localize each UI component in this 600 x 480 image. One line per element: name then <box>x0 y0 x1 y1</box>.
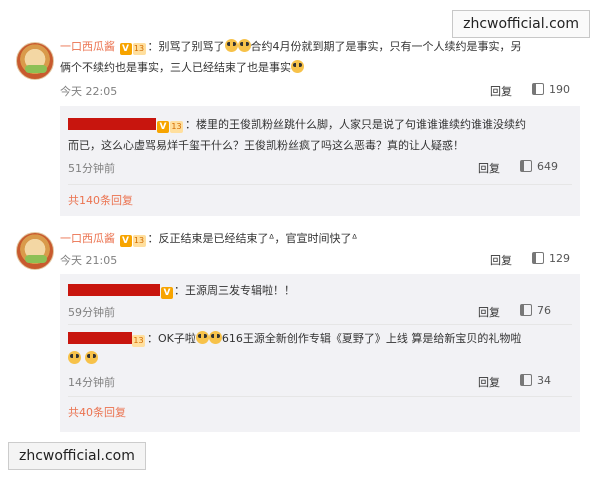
sunglasses-emoji-icon <box>84 351 98 364</box>
kaomoji: ᐞ <box>351 232 358 245</box>
sunglasses-emoji-icon <box>195 331 209 344</box>
comment-text-line-1: 一口西瓜酱 V 13 ：别骂了别骂了 合约4月份就到期了是事实，只有一个人续约是事实，… <box>60 39 522 55</box>
more-replies-link[interactable]: 共140条回复 <box>68 192 133 208</box>
comment-item: 一口西瓜酱 V 13 ：反正结束是已经结束了ᐞ，官宣时间快了ᐞ 今天 21:05 回… <box>8 226 590 436</box>
reply-box: V ：王源周三发专辑啦！！ 59分钟前 回复 76 13 ：OK子啦 616王源全新创… <box>60 274 580 432</box>
username-link[interactable]: 一口西瓜酱 <box>60 232 115 245</box>
reply-button[interactable]: 回复 <box>490 83 512 99</box>
verified-icon: V <box>119 43 132 55</box>
doge-emoji-icon <box>224 39 238 52</box>
thumbs-up-icon <box>532 252 544 264</box>
like-count: 649 <box>537 160 558 173</box>
reply-time: 51分钟前 <box>68 162 115 175</box>
divider <box>68 396 572 397</box>
reply-text-line-1: V ：王源周三发专辑啦！！ <box>68 282 295 299</box>
user-avatar[interactable] <box>16 42 54 80</box>
level-badge: 13 <box>132 235 146 247</box>
comment-time: 今天 21:05 <box>60 254 118 267</box>
reply-text-line-2 <box>68 350 98 367</box>
divider <box>68 184 572 185</box>
thumbs-up-icon <box>520 304 532 316</box>
reply-text-line-1: 13 ：OK子啦 616王源全新创作专辑《夏野了》上线 算是给新宝贝的礼物啦 <box>68 330 521 347</box>
divider <box>68 324 572 325</box>
comment-text-line-2: 俩个不续约也是事实，三人已经结束了也是事实 <box>60 59 304 76</box>
like-count: 129 <box>549 252 570 265</box>
thumbs-up-icon <box>520 374 532 386</box>
comment-item: 一口西瓜酱 V 13 ：别骂了别骂了 合约4月份就到期了是事实，只有一个人续约是事实，… <box>8 30 590 220</box>
reply-text-line-1: V 13 ：楼里的王俊凯粉丝跳什么脚，人家只是说了句谁谁谁续约谁谁没续约 <box>68 116 526 133</box>
comment-time: 今天 22:05 <box>60 85 118 98</box>
like-count: 76 <box>537 304 551 317</box>
reply-time: 14分钟前 <box>68 376 115 389</box>
like-button[interactable]: 76 <box>520 304 551 317</box>
level-badge: 13 <box>132 335 145 347</box>
weibo-comments-screenshot: 一口西瓜酱 V 13 ：别骂了别骂了 合约4月份就到期了是事实，只有一个人续约是事实，… <box>0 0 600 480</box>
reply-button[interactable]: 回复 <box>478 304 500 320</box>
doge-emoji-icon <box>291 60 304 73</box>
watermark: zhcwofficial.com <box>8 442 146 470</box>
reply-text-line-2: 而已，这么心虚骂易烊千玺干什么？王俊凯粉丝疯了吗这么恶毒？真的让人疑惑！ <box>68 139 464 152</box>
verified-icon: V <box>157 121 169 133</box>
user-avatar[interactable] <box>16 232 54 270</box>
like-button[interactable]: 190 <box>532 83 570 96</box>
doge-emoji-icon <box>237 39 251 52</box>
reply-button[interactable]: 回复 <box>490 252 512 268</box>
verified-icon: V <box>119 235 132 247</box>
reply-button[interactable]: 回复 <box>478 374 500 390</box>
thumbs-up-icon <box>520 160 532 172</box>
comment-list: 一口西瓜酱 V 13 ：别骂了别骂了 合约4月份就到期了是事实，只有一个人续约是事实，… <box>8 30 590 440</box>
username-link[interactable]: 一口西瓜酱 <box>60 40 115 53</box>
level-badge: 13 <box>170 121 183 133</box>
reply-box: V 13 ：楼里的王俊凯粉丝跳什么脚，人家只是说了句谁谁谁续约谁谁没续约 而已，这么… <box>60 106 580 216</box>
sunglasses-emoji-icon <box>68 351 81 364</box>
like-count: 190 <box>549 83 570 96</box>
like-button[interactable]: 34 <box>520 374 551 387</box>
level-badge: 13 <box>132 43 146 55</box>
comment-text-line-1: 一口西瓜酱 V 13 ：反正结束是已经结束了ᐞ，官宣时间快了ᐞ <box>60 232 358 247</box>
redacted-username <box>68 332 132 344</box>
redacted-username <box>68 118 156 130</box>
like-button[interactable]: 649 <box>520 160 558 173</box>
reply-time: 59分钟前 <box>68 306 115 319</box>
like-count: 34 <box>537 374 551 387</box>
verified-icon: V <box>161 287 173 299</box>
watermark: zhcwofficial.com <box>452 10 590 38</box>
redacted-username <box>68 284 160 296</box>
sunglasses-emoji-icon <box>208 331 222 344</box>
like-button[interactable]: 129 <box>532 252 570 265</box>
thumbs-up-icon <box>532 83 544 95</box>
reply-button[interactable]: 回复 <box>478 160 500 176</box>
more-replies-link[interactable]: 共40条回复 <box>68 404 126 420</box>
